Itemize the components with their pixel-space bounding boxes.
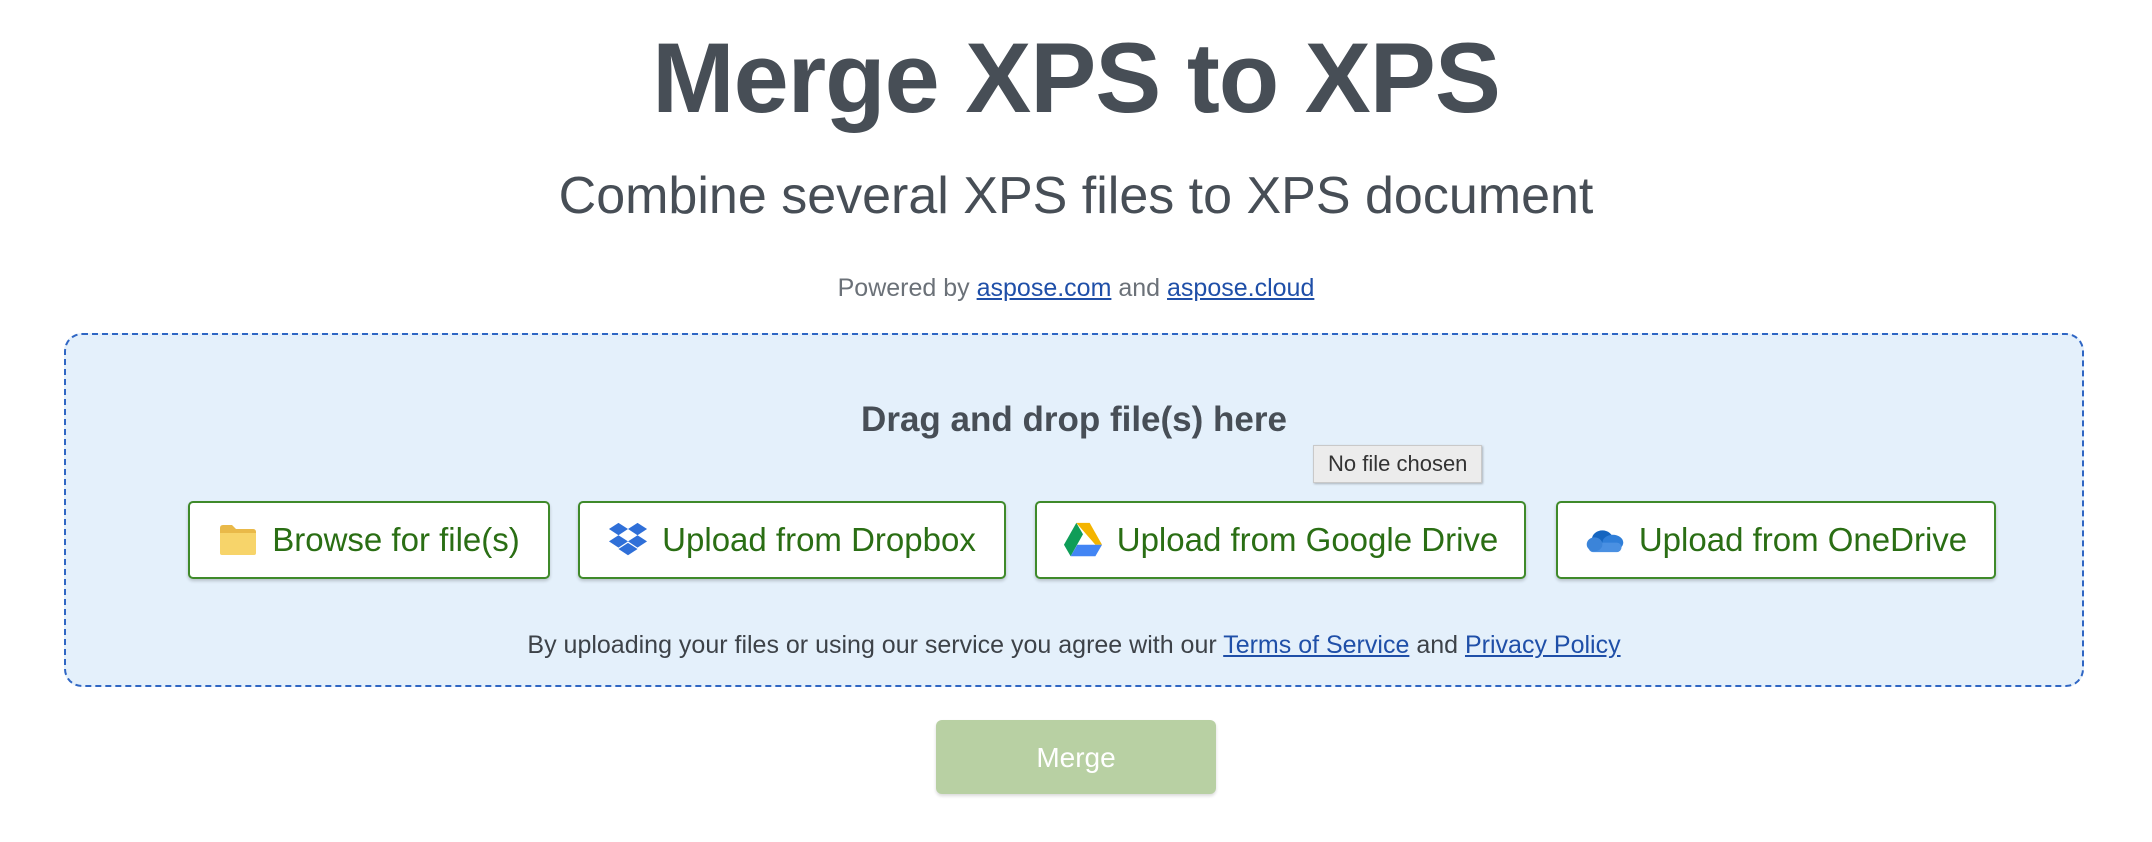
browse-files-label: Browse for file(s) bbox=[272, 521, 520, 558]
terms-of-service-link[interactable]: Terms of Service bbox=[1223, 631, 1409, 659]
dropbox-icon bbox=[608, 520, 648, 560]
upload-onedrive-label: Upload from OneDrive bbox=[1638, 521, 1968, 558]
no-file-chosen-tooltip: No file chosen bbox=[1313, 445, 1483, 483]
page-subtitle: Combine several XPS files to XPS documen… bbox=[558, 167, 1594, 225]
powered-by-prefix: Powered by bbox=[837, 274, 970, 302]
upload-onedrive-button[interactable]: Upload from OneDrive bbox=[1556, 501, 1996, 579]
powered-by-and: and bbox=[1118, 274, 1161, 302]
dropzone-heading: Drag and drop file(s) here bbox=[861, 400, 1287, 439]
browse-files-button[interactable]: Browse for file(s) bbox=[188, 501, 550, 579]
privacy-policy-link[interactable]: Privacy Policy bbox=[1465, 631, 1621, 659]
file-dropzone[interactable]: Drag and drop file(s) here No file chose… bbox=[64, 333, 2084, 687]
upload-dropbox-label: Upload from Dropbox bbox=[662, 521, 976, 558]
aspose-cloud-link[interactable]: aspose.cloud bbox=[1167, 274, 1314, 302]
page-title: Merge XPS to XPS bbox=[652, 22, 1501, 133]
onedrive-icon bbox=[1585, 520, 1625, 560]
upload-google-drive-label: Upload from Google Drive bbox=[1116, 521, 1499, 558]
folder-icon bbox=[218, 520, 258, 560]
google-drive-icon bbox=[1063, 520, 1103, 560]
merge-button[interactable]: Merge bbox=[936, 720, 1216, 794]
upload-dropbox-button[interactable]: Upload from Dropbox bbox=[578, 501, 1006, 579]
powered-by: Powered by aspose.com and aspose.cloud bbox=[0, 271, 2152, 305]
upload-google-drive-button[interactable]: Upload from Google Drive bbox=[1035, 501, 1526, 579]
aspose-com-link[interactable]: aspose.com bbox=[977, 274, 1112, 302]
page: Merge XPS to XPS Combine several XPS fil… bbox=[0, 0, 2152, 842]
terms-notice: By uploading your files or using our ser… bbox=[66, 628, 2082, 662]
terms-and: and bbox=[1416, 631, 1459, 659]
terms-prefix: By uploading your files or using our ser… bbox=[527, 631, 1217, 659]
